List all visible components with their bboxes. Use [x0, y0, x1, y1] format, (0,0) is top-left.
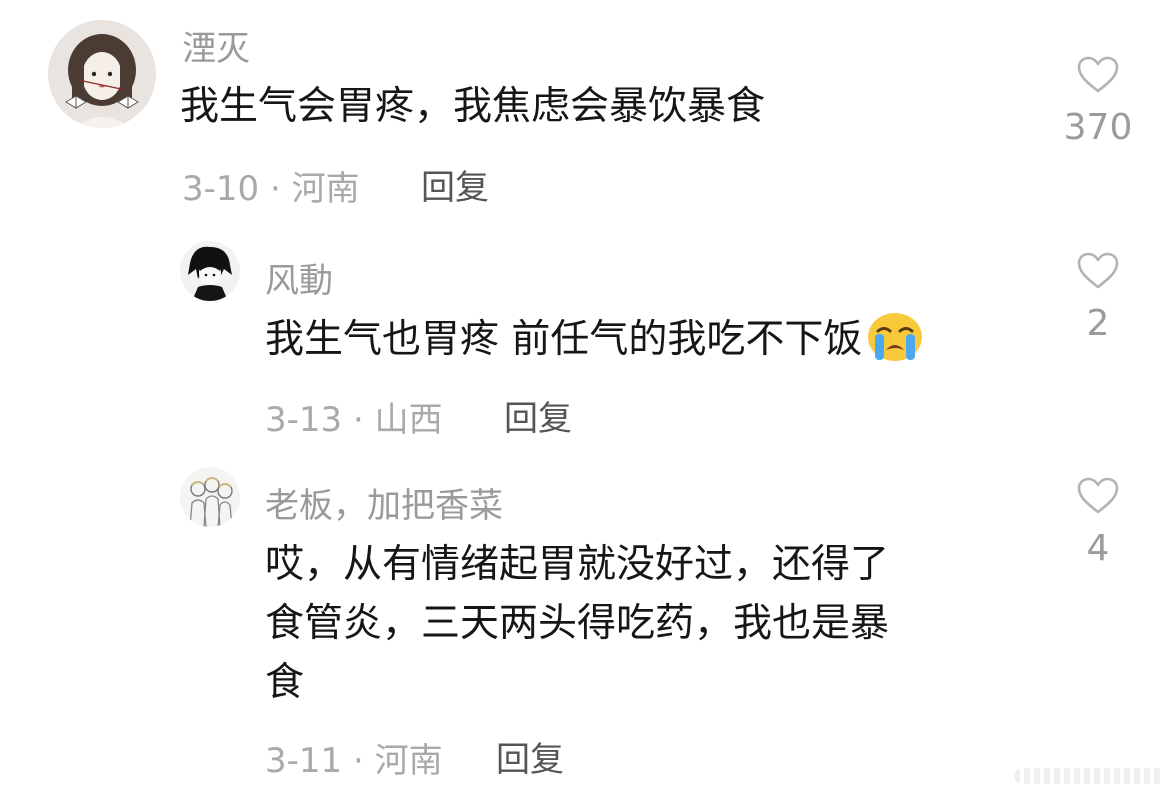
comment-meta: 3-10 · 河南: [182, 169, 360, 209]
heart-icon: [1053, 56, 1143, 94]
reply-meta: 3-11 · 河南: [265, 741, 443, 781]
watermark: [1014, 768, 1164, 784]
like-count: 4: [1086, 528, 1110, 569]
reply-text: 哎，从有情绪起胃就没好过，还得了 食管炎，三天两头得吃药，我也是暴 食: [265, 536, 889, 711]
reply-text-content: 我生气也胃疼 前任气的我吃不下饭: [265, 317, 863, 362]
avatar[interactable]: [48, 20, 156, 128]
comment-text: 我生气会胃疼，我焦虑会暴饮暴食: [180, 84, 766, 129]
reply-button[interactable]: 回复: [421, 160, 489, 209]
like-button[interactable]: 370: [1053, 56, 1143, 148]
reply-button[interactable]: 回复: [504, 391, 572, 440]
reply-text-line: 哎，从有情绪起胃就没好过，还得了: [265, 542, 890, 587]
heart-icon: [1053, 252, 1143, 290]
username[interactable]: 湮灭: [182, 21, 250, 70]
avatar[interactable]: [180, 467, 240, 527]
like-count: 370: [1063, 107, 1133, 148]
reply-text-line: 食: [265, 660, 305, 705]
heart-icon: [1053, 477, 1143, 515]
reply-button[interactable]: 回复: [496, 732, 564, 781]
like-count: 2: [1086, 303, 1110, 344]
comment-item: 湮灭 我生气会胃疼，我焦虑会暴饮暴食 3-10 · 河南 回复 370: [0, 0, 1170, 215]
reply-text-line: 食管炎，三天两头得吃药，我也是暴: [265, 601, 890, 646]
like-button[interactable]: 2: [1053, 252, 1143, 344]
reply-meta: 3-13 · 山西: [265, 400, 443, 440]
username[interactable]: 老板，加把香菜: [265, 478, 503, 527]
like-button[interactable]: 4: [1053, 477, 1143, 569]
loudly-crying-face-emoji: [866, 312, 924, 378]
avatar[interactable]: [180, 241, 240, 301]
reply-item: 风動 我生气也胃疼 前任气的我吃不下饭 3-13 · 山西 回复 2: [0, 215, 1170, 460]
reply-text: 我生气也胃疼 前任气的我吃不下饭: [265, 311, 924, 378]
reply-item: 老板，加把香菜 哎，从有情绪起胃就没好过，还得了 食管炎，三天两头得吃药，我也是…: [0, 460, 1170, 792]
username[interactable]: 风動: [265, 253, 333, 302]
